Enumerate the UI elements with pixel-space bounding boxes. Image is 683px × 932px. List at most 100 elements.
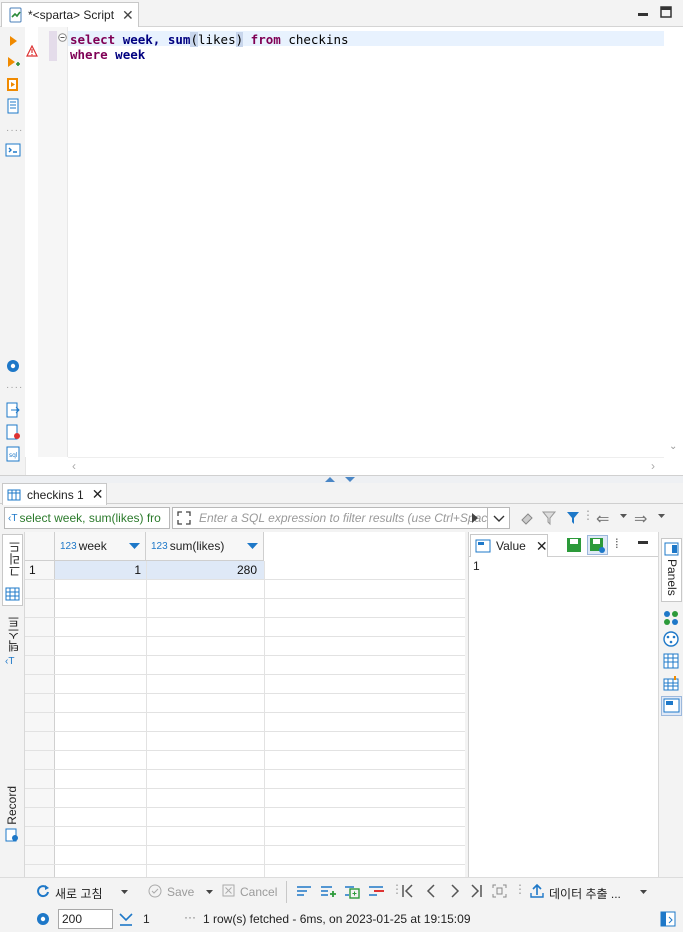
- calc-panel-icon[interactable]: [663, 653, 679, 669]
- filter-expression-input[interactable]: Enter a SQL expression to filter results…: [172, 507, 510, 529]
- filter-disabled-icon[interactable]: [541, 510, 557, 526]
- grouping-panel-icon[interactable]: [663, 631, 679, 647]
- execute-script-icon[interactable]: [5, 76, 21, 92]
- cancel-button[interactable]: Cancel: [240, 885, 277, 899]
- panels-icon: [664, 542, 679, 556]
- row-count[interactable]: 1: [143, 912, 150, 926]
- filter-icon[interactable]: [565, 510, 581, 526]
- refresh-icon[interactable]: [35, 883, 51, 899]
- settings-icon[interactable]: [5, 358, 21, 374]
- identifier-checkins: checkins: [288, 32, 349, 47]
- auto-apply-value-icon[interactable]: [587, 535, 608, 555]
- previous-page-icon[interactable]: [425, 884, 439, 898]
- edit-row-icon[interactable]: [296, 883, 312, 899]
- grid-corner[interactable]: [25, 532, 55, 561]
- forward-arrow-icon[interactable]: ⇒: [634, 509, 647, 529]
- metadata-panel-icon[interactable]: [663, 610, 679, 626]
- chevron-down-icon[interactable]: [619, 512, 628, 520]
- settings-icon[interactable]: [35, 911, 51, 927]
- export-script-icon[interactable]: [5, 402, 21, 418]
- fetch-page-icon[interactable]: [492, 884, 507, 898]
- apply-filter-icon[interactable]: [470, 511, 480, 525]
- export-icon[interactable]: [529, 883, 545, 899]
- fetch-size-input[interactable]: 200: [58, 909, 113, 929]
- identifier-week: week,: [122, 32, 161, 47]
- results-view-switcher: 그리드 텍스트 ‹T Record: [0, 532, 25, 877]
- warning-icon: [26, 45, 38, 57]
- svg-text:sql: sql: [9, 452, 18, 459]
- next-page-icon[interactable]: [448, 884, 462, 898]
- table-cell-week[interactable]: 1: [55, 563, 141, 577]
- chevron-down-icon[interactable]: [657, 512, 666, 520]
- value-content[interactable]: 1: [473, 559, 480, 573]
- active-query-label[interactable]: ‹T select week, sum(likes) fro: [4, 507, 170, 529]
- export-data-button[interactable]: 데이터 추출 ...: [549, 885, 621, 902]
- tab-text-view[interactable]: 텍스트 ‹T: [2, 612, 23, 674]
- filter-placeholder: Enter a SQL expression to filter results…: [199, 511, 498, 525]
- chevron-down-icon[interactable]: ⌄: [669, 441, 677, 452]
- column-header-week[interactable]: 123 week: [55, 532, 146, 561]
- code-line-2[interactable]: where week: [70, 47, 145, 62]
- expand-icon[interactable]: [176, 510, 192, 526]
- execute-new-tab-icon[interactable]: [5, 54, 21, 70]
- minimize-icon[interactable]: [637, 537, 649, 549]
- maximize-icon[interactable]: [660, 6, 672, 18]
- refresh-button[interactable]: 새로 고침: [55, 885, 103, 902]
- tab-value[interactable]: Value ✕: [470, 534, 548, 557]
- editor-left-toolbar: ···· ···· sql: [0, 27, 25, 480]
- close-icon[interactable]: ✕: [92, 486, 104, 503]
- explain-plan-icon[interactable]: [5, 98, 21, 114]
- copy-row-icon[interactable]: [344, 883, 360, 899]
- terminal-icon[interactable]: [5, 142, 21, 158]
- table-cell-sum-likes[interactable]: 280: [146, 563, 257, 577]
- grid-icon: [5, 587, 20, 601]
- tab-grid-view[interactable]: 그리드: [2, 534, 23, 606]
- collapse-arrows-icon[interactable]: [323, 476, 359, 483]
- toolbar-separator: ⋮: [514, 882, 526, 896]
- value-panel-toggle[interactable]: [661, 696, 682, 716]
- save-button[interactable]: Save: [167, 885, 194, 899]
- chevron-down-icon[interactable]: [120, 888, 129, 896]
- fold-collapse-icon[interactable]: [58, 33, 67, 42]
- function-sum: sum: [167, 32, 191, 47]
- tab-checkins-results[interactable]: checkins 1 ✕: [2, 483, 107, 505]
- text-icon: ‹T: [5, 656, 15, 667]
- tab-panels[interactable]: Panels: [661, 538, 682, 602]
- back-arrow-icon[interactable]: ⇐: [596, 509, 609, 529]
- new-script-icon[interactable]: [5, 424, 21, 440]
- editor-results-splitter[interactable]: [0, 475, 683, 483]
- tab-script[interactable]: *<sparta> Script ✕: [1, 2, 139, 27]
- filter-history-dropdown[interactable]: [487, 507, 510, 529]
- execute-statement-icon[interactable]: [5, 33, 21, 49]
- numeric-type-icon: 123: [60, 540, 77, 552]
- sql-editor[interactable]: [25, 27, 683, 475]
- chevron-down-icon[interactable]: [639, 888, 648, 896]
- code-line-1[interactable]: select week, sum(likes) from checkins: [70, 32, 349, 47]
- more-options-icon[interactable]: ⁞: [615, 536, 619, 551]
- minimize-icon[interactable]: [637, 7, 649, 19]
- editor-horizontal-scrollbar[interactable]: ‹ ›: [68, 457, 664, 474]
- sql-file-icon[interactable]: sql: [5, 446, 21, 462]
- chevron-down-icon[interactable]: [205, 888, 214, 896]
- delete-row-icon[interactable]: [368, 883, 384, 899]
- save-value-icon[interactable]: [566, 537, 582, 553]
- sort-dropdown-icon[interactable]: [247, 543, 258, 550]
- panel-layout-icon[interactable]: [660, 911, 676, 927]
- editor-vertical-scrollbar[interactable]: ⌄: [664, 27, 683, 457]
- status-message: 1 row(s) fetched - 6ms, on 2023-01-25 at…: [203, 912, 471, 926]
- references-panel-icon[interactable]: [663, 675, 679, 691]
- close-icon[interactable]: ✕: [122, 8, 134, 22]
- close-icon[interactable]: ✕: [536, 538, 548, 555]
- first-page-icon[interactable]: [401, 884, 415, 898]
- sort-dropdown-icon[interactable]: [129, 543, 140, 550]
- add-row-icon[interactable]: [320, 883, 336, 899]
- toolbar-separator: ⋮: [582, 508, 594, 522]
- last-page-icon[interactable]: [469, 884, 483, 898]
- tab-record-view[interactable]: Record: [2, 784, 23, 844]
- results-grid[interactable]: 123 week 123 sum(likes) 1 1 280: [25, 532, 465, 877]
- record-icon: [5, 828, 19, 842]
- eraser-icon[interactable]: [519, 510, 535, 526]
- chevron-left-icon[interactable]: ‹: [72, 459, 76, 473]
- chevron-right-icon[interactable]: ›: [651, 459, 655, 473]
- column-header-sum-likes[interactable]: 123 sum(likes): [146, 532, 264, 561]
